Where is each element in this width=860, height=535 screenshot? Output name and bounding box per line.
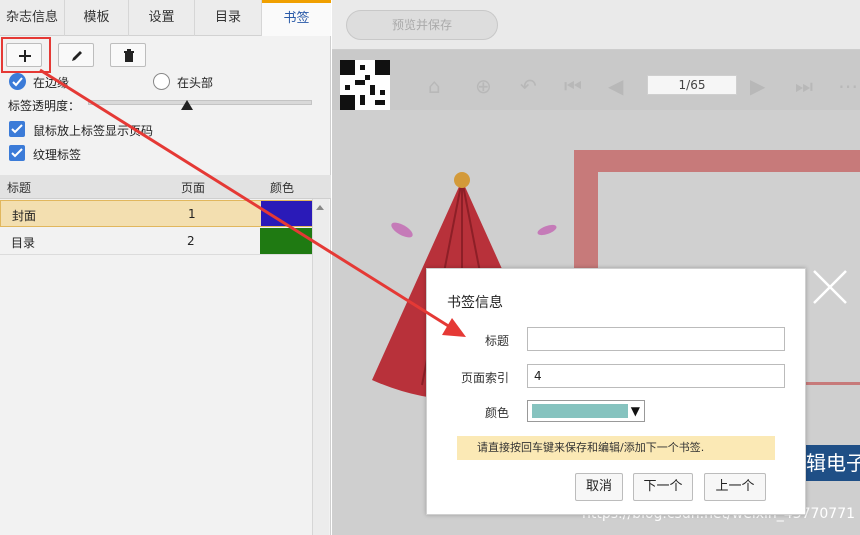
- row-page: 1: [188, 207, 196, 221]
- preview-toolbar: 预览并保存: [332, 0, 860, 50]
- position-edge-radio[interactable]: [9, 73, 26, 90]
- hint-message: 请直接按回车键来保存和编辑/添加下一个书签.: [457, 436, 775, 460]
- row-title: 目录: [11, 236, 36, 250]
- more-icon[interactable]: ⋯: [838, 76, 858, 96]
- transparency-label: 标签透明度：: [8, 99, 81, 113]
- transparency-slider[interactable]: [88, 100, 312, 105]
- col-color: 颜色: [270, 181, 295, 195]
- cancel-button[interactable]: 取消: [575, 473, 623, 501]
- page-index-label: 页面索引: [460, 371, 509, 385]
- check-icon: [12, 77, 23, 87]
- hover-page-checkbox[interactable]: [9, 121, 25, 137]
- undo-icon[interactable]: ↶: [520, 76, 537, 96]
- tab-settings[interactable]: 设置: [129, 0, 195, 36]
- last-page-icon[interactable]: ⏭: [795, 76, 813, 96]
- table-row[interactable]: 目录 2: [0, 228, 312, 255]
- position-edge-label: 在边缘: [33, 76, 70, 90]
- next-page-icon[interactable]: ▶: [750, 76, 765, 96]
- qr-code-image: [340, 60, 390, 110]
- qr-code-icon: [340, 60, 390, 110]
- transparency-slider-handle[interactable]: [180, 100, 193, 110]
- title-field[interactable]: [527, 327, 785, 351]
- tab-template[interactable]: 模板: [65, 0, 129, 36]
- col-title: 标题: [7, 181, 32, 195]
- preview-save-button[interactable]: 预览并保存: [346, 10, 498, 40]
- row-title: 封面: [12, 209, 37, 223]
- dropdown-arrow-icon: ▼: [630, 404, 640, 418]
- check-icon: [11, 124, 23, 134]
- dialog-title: 书签信息: [447, 295, 503, 311]
- selected-color-swatch: [532, 404, 628, 418]
- edit-bookmark-button[interactable]: [58, 43, 94, 67]
- viewer-navigation: ⌂ ⊕ ↶ ⏮ ◀ 1/65 ▶ ⏭ ⋯: [400, 66, 860, 104]
- row-color-swatch[interactable]: [260, 228, 312, 254]
- zoom-in-icon[interactable]: ⊕: [475, 76, 492, 96]
- first-page-icon[interactable]: ⏮: [564, 76, 582, 96]
- close-icon[interactable]: [810, 267, 850, 307]
- check-icon: [11, 148, 23, 158]
- col-page: 页面: [181, 181, 206, 195]
- home-icon[interactable]: ⌂: [428, 76, 441, 96]
- delete-bookmark-button[interactable]: [110, 43, 146, 67]
- tab-bar: 杂志信息 模板 设置 目录 书签: [0, 0, 331, 36]
- page-index-field[interactable]: [527, 364, 785, 388]
- magazine-banner: 辑电子: [802, 445, 860, 481]
- trash-icon: [124, 49, 134, 62]
- tab-contents[interactable]: 目录: [195, 0, 262, 36]
- color-label: 颜色: [484, 406, 509, 420]
- tab-magazine-info[interactable]: 杂志信息: [0, 0, 65, 36]
- bookmark-info-dialog: 书签信息 标题 页面索引 颜色 ▼ 请直接按回车键来保存和编辑/添加下一个书签.…: [426, 268, 806, 515]
- hover-page-label: 鼠标放上标签显示页码: [33, 124, 154, 138]
- table-row[interactable]: 封面 1: [0, 200, 313, 227]
- add-button-highlight: [1, 37, 51, 73]
- table-scrollbar[interactable]: [312, 199, 329, 535]
- page-indicator[interactable]: 1/65: [647, 75, 737, 95]
- title-field-label: 标题: [484, 334, 509, 348]
- texture-tag-checkbox[interactable]: [9, 145, 25, 161]
- row-page: 2: [187, 234, 195, 248]
- row-color-swatch[interactable]: [261, 201, 313, 226]
- scroll-up-arrow-icon[interactable]: [316, 205, 324, 210]
- bookmark-panel: 杂志信息 模板 设置 目录 书签 在边缘 在头部 标签透明度： 鼠标放上标签显示…: [0, 0, 331, 535]
- pencil-icon: [72, 51, 82, 61]
- previous-page-icon[interactable]: ◀: [608, 76, 623, 96]
- texture-tag-label: 纹理标签: [33, 148, 82, 162]
- next-button[interactable]: 下一个: [633, 473, 693, 501]
- tab-bookmarks[interactable]: 书签: [262, 0, 331, 36]
- bookmark-table-header: 标题 页面 颜色: [0, 175, 331, 199]
- position-top-radio[interactable]: [153, 73, 170, 90]
- color-picker-select[interactable]: ▼: [527, 400, 645, 422]
- position-top-label: 在头部: [177, 76, 214, 90]
- previous-button[interactable]: 上一个: [704, 473, 766, 501]
